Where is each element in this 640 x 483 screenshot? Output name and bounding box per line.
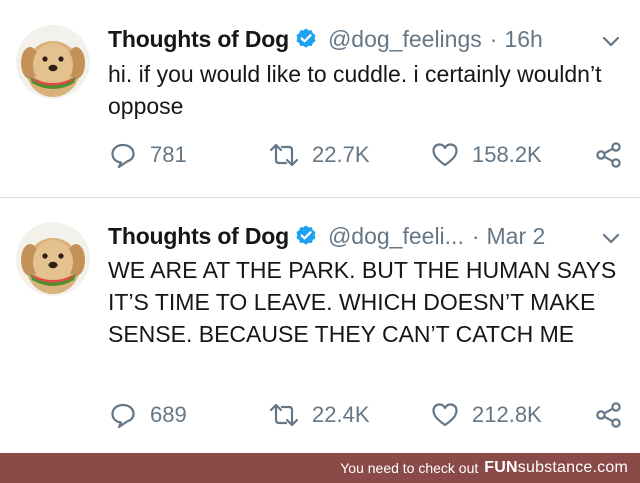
brand-suffix: .com — [592, 459, 628, 476]
like-count: 158.2K — [472, 142, 542, 167]
footer-prefix: You need to check out — [340, 460, 479, 476]
tweet-text: hi. if you would like to cuddle. i certa… — [108, 61, 602, 119]
handle[interactable]: @dog_feelings — [328, 26, 482, 53]
funsubstance-link[interactable]: FUNsubstance.com — [484, 459, 628, 477]
retweet-icon — [268, 140, 300, 170]
dog-avatar-image — [16, 222, 90, 296]
display-name[interactable]: Thoughts of Dog — [108, 26, 289, 53]
reply-count: 781 — [150, 142, 187, 167]
reply-button[interactable]: 781 — [108, 138, 187, 172]
reply-count: 689 — [150, 402, 187, 427]
reply-bubble-icon — [108, 400, 138, 430]
dog-avatar-image — [16, 25, 90, 99]
timestamp[interactable]: 16h — [504, 26, 542, 53]
brand-bold: FUN — [484, 459, 518, 476]
heart-icon — [430, 140, 460, 170]
footer-text: You need to check out FUNsubstance.com — [340, 453, 628, 483]
like-button[interactable]: 158.2K — [430, 138, 542, 172]
avatar[interactable] — [16, 25, 90, 99]
share-icon — [594, 400, 624, 430]
brand-rest: substance — [517, 459, 593, 476]
funsubstance-footer-bar: You need to check out FUNsubstance.com — [0, 453, 640, 483]
share-button[interactable] — [594, 138, 624, 172]
retweet-button[interactable]: 22.7K — [268, 138, 370, 172]
handle[interactable]: @dog_feeli... — [328, 223, 464, 250]
separator-dot: · — [471, 222, 480, 249]
tweet-actions: 689 22.4K 212.8K — [108, 398, 628, 432]
tweet-header: Thoughts of Dog @dog_feeli... · Mar 2 — [108, 221, 545, 251]
like-button[interactable]: 212.8K — [430, 398, 542, 432]
separator-dot: · — [489, 25, 498, 52]
tweet-actions: 781 22.7K 158.2K — [108, 138, 628, 172]
retweet-button[interactable]: 22.4K — [268, 398, 370, 432]
retweet-icon — [268, 400, 300, 430]
reply-button[interactable]: 689 — [108, 398, 187, 432]
reply-bubble-icon — [108, 140, 138, 170]
chevron-down-icon[interactable] — [600, 227, 622, 249]
timestamp[interactable]: Mar 2 — [487, 223, 546, 250]
tweet[interactable]: Thoughts of Dog @dog_feelings · 16h hi. … — [0, 0, 640, 197]
heart-icon — [430, 400, 460, 430]
retweet-count: 22.4K — [312, 402, 370, 427]
avatar[interactable] — [16, 222, 90, 296]
verified-badge-icon — [294, 224, 318, 248]
tweet[interactable]: Thoughts of Dog @dog_feeli... · Mar 2 WE… — [0, 198, 640, 453]
tweet-header: Thoughts of Dog @dog_feelings · 16h — [108, 24, 543, 54]
share-button[interactable] — [594, 398, 624, 432]
verified-badge-icon — [294, 27, 318, 51]
tweet-text: WE ARE AT THE PARK. BUT THE HUMAN SAYS I… — [108, 257, 617, 347]
like-count: 212.8K — [472, 402, 542, 427]
share-icon — [594, 140, 624, 170]
retweet-count: 22.7K — [312, 142, 370, 167]
display-name[interactable]: Thoughts of Dog — [108, 223, 289, 250]
chevron-down-icon[interactable] — [600, 30, 622, 52]
